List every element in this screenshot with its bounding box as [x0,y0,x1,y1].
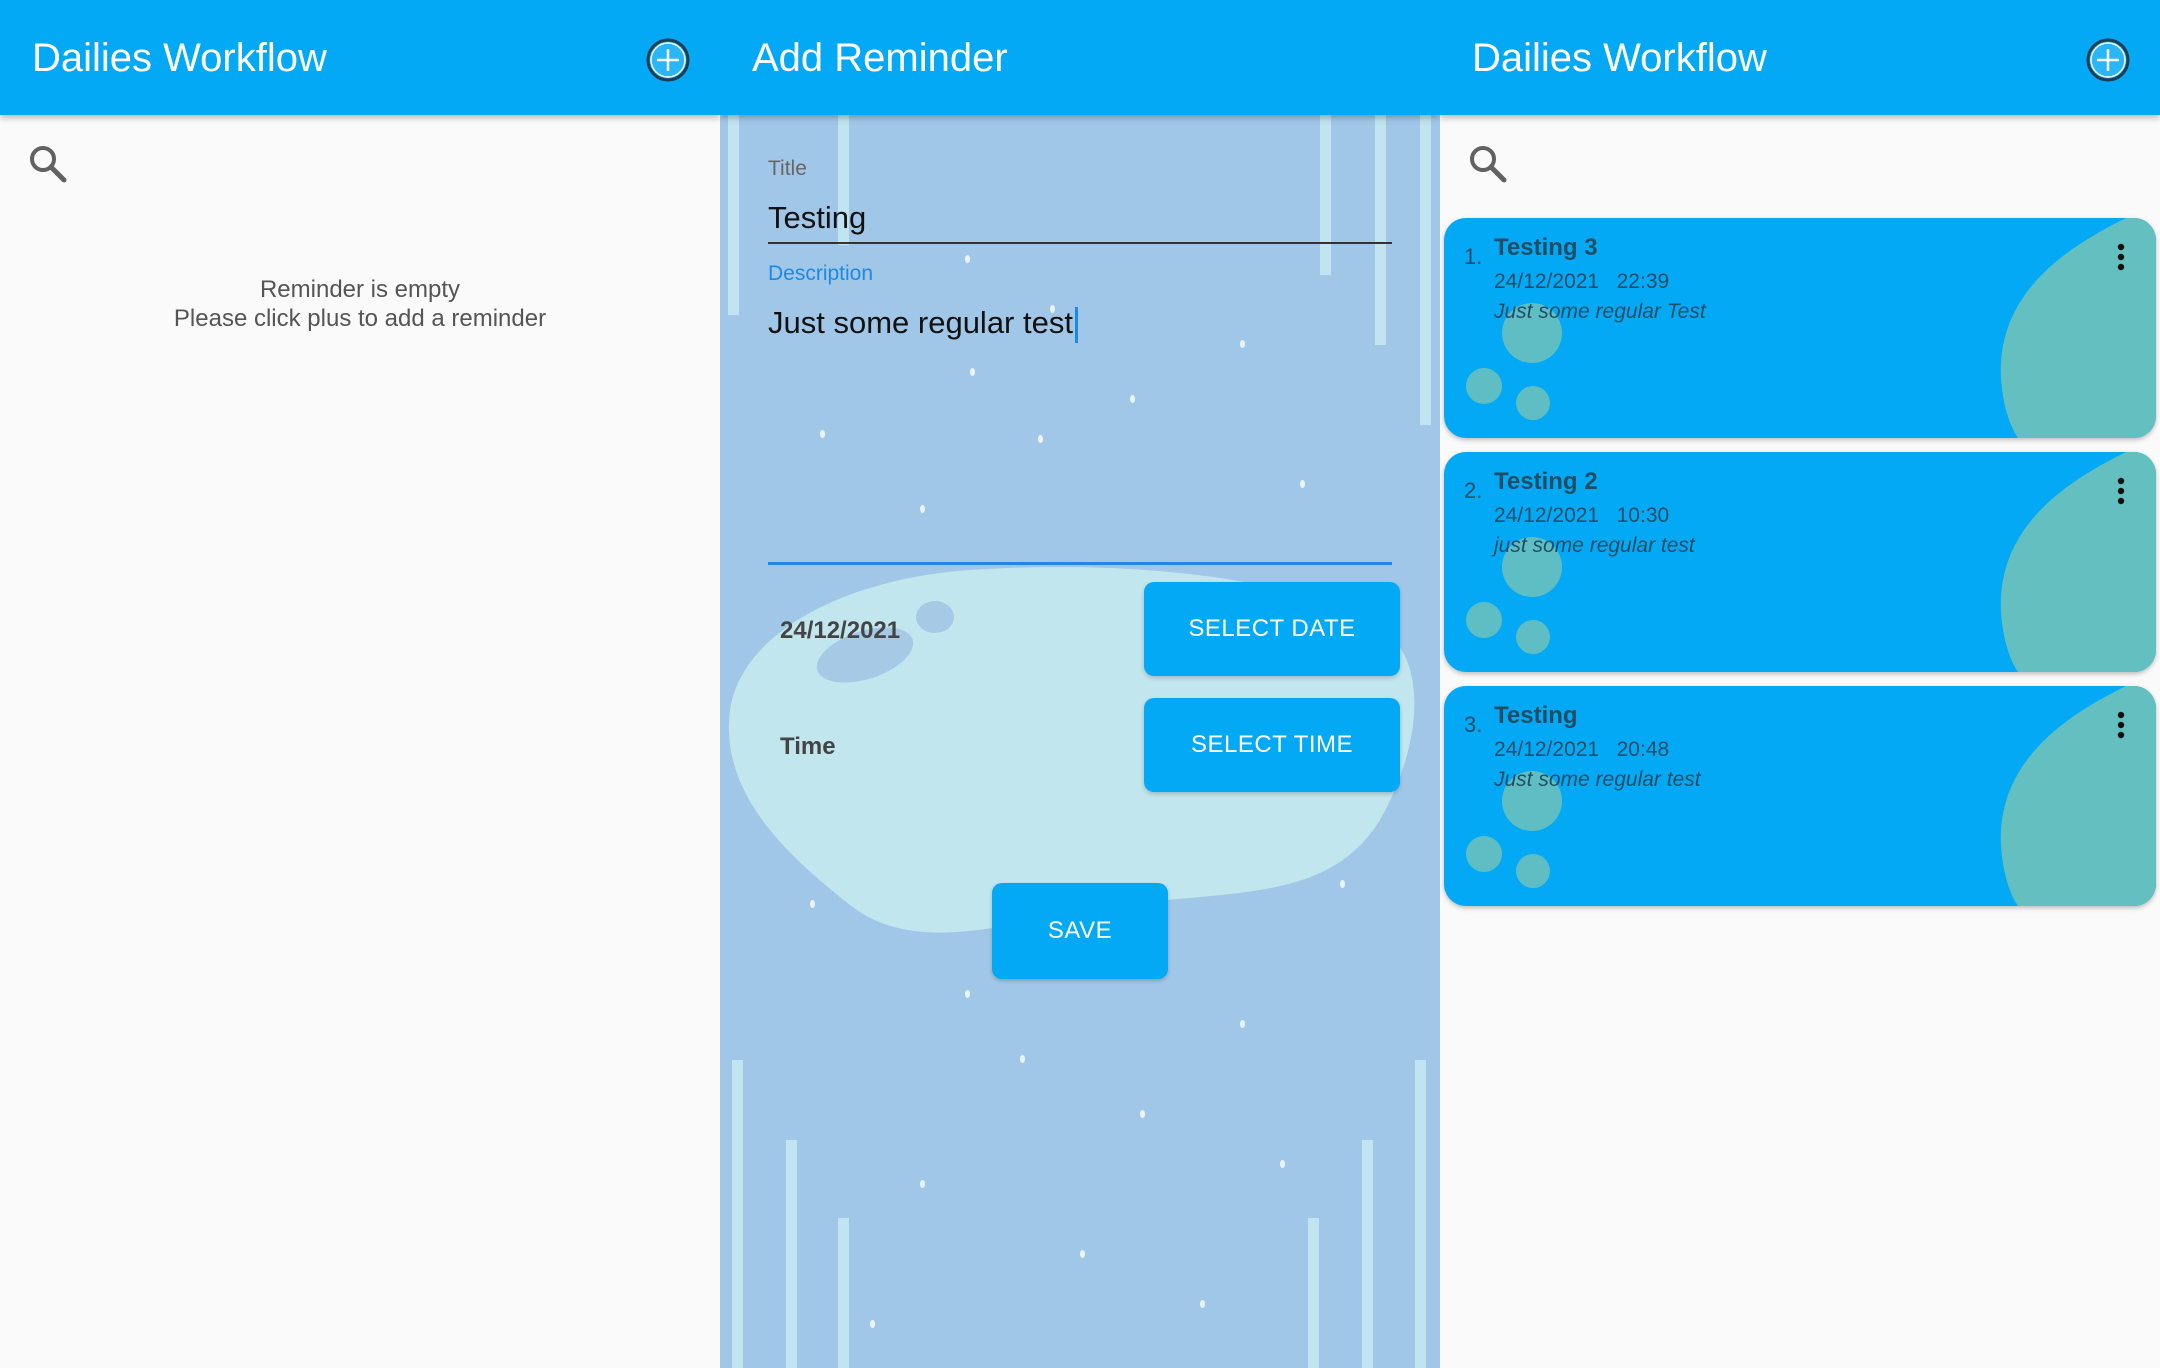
select-date-button[interactable]: SELECT DATE [1144,582,1400,676]
empty-hint: Please click plus to add a reminder [173,305,547,332]
speckle [1200,1300,1205,1308]
reminder-list-screen: Dailies Workflow 1. Testing 3 24/12/2021… [1440,0,2160,1368]
background-stripe [732,1060,743,1368]
speckle [965,255,970,263]
more-vert-icon[interactable] [2116,710,2126,740]
reminder-description: Just some regular Test [1494,300,1706,323]
background-stripe [786,1140,797,1368]
card-wave-decoration [2000,218,2156,438]
reminder-date: 24/12/2021 [1494,270,1600,293]
speckle [1240,1020,1245,1028]
app-title: Add Reminder [752,36,1008,80]
reminder-date: 24/12/2021 [1494,738,1600,761]
background-stripe [1415,1060,1426,1368]
reminder-datetime: 24/12/2021 20:48 [1494,738,1669,762]
reminder-card[interactable]: 1. Testing 3 24/12/2021 22:39 Just some … [1444,218,2156,438]
select-time-button[interactable]: SELECT TIME [1144,698,1400,792]
app-bar: Add Reminder [720,0,1440,115]
reminder-time: 20:48 [1616,738,1670,761]
background-stripe [1420,115,1431,425]
speckle [1080,1250,1085,1258]
decorative-bubble [1516,386,1550,420]
background-stripe [1375,115,1386,345]
speckle [920,1180,925,1188]
reminder-time: 22:39 [1616,270,1670,293]
reminder-date: 24/12/2021 [1494,504,1600,527]
speckle [1020,1055,1025,1063]
more-vert-icon[interactable] [2116,476,2126,506]
background-stripe [1308,1218,1319,1368]
search-icon[interactable] [26,142,70,186]
plus-circle-icon[interactable] [645,37,691,83]
reminder-title: Testing [1494,702,1578,729]
decorative-bubble [1516,854,1550,888]
speckle [965,990,970,998]
reminder-title: Testing 3 [1494,234,1598,261]
speckle [870,1320,875,1328]
speckle [1240,340,1245,348]
app-title: Dailies Workflow [32,36,327,80]
time-label: Time [780,733,836,760]
speckle [1140,1110,1145,1118]
reminder-index: 3. [1464,712,1483,737]
reminder-index: 2. [1464,478,1483,503]
reminder-card[interactable]: 3. Testing 24/12/2021 20:48 Just some re… [1444,686,2156,906]
title-underline [768,242,1392,244]
background-stripe [728,115,739,315]
speckle [1038,435,1043,443]
more-vert-icon[interactable] [2116,242,2126,272]
decorative-bubble [1466,602,1502,638]
selected-date: 24/12/2021 [780,617,901,644]
decorative-bubble [1466,368,1502,404]
add-reminder-screen: Add Reminder Title Testing Description J… [720,0,1440,1368]
speckle [1130,395,1135,403]
title-input[interactable]: Testing [768,200,866,236]
speckle [1280,1160,1285,1168]
reminder-datetime: 24/12/2021 10:30 [1494,504,1669,528]
speckle [820,430,825,438]
empty-message: Reminder is empty [259,276,461,303]
description-underline [768,562,1392,565]
app-title: Dailies Workflow [1472,36,1767,80]
app-bar: Dailies Workflow [0,0,720,115]
description-label: Description [768,262,874,285]
reminder-datetime: 24/12/2021 22:39 [1494,270,1669,294]
reminder-time: 10:30 [1616,504,1670,527]
reminder-title: Testing 2 [1494,468,1598,495]
decorative-bubble [1466,836,1502,872]
background-stripe [838,1218,849,1368]
reminder-description: just some regular test [1494,534,1695,557]
save-button[interactable]: SAVE [992,883,1168,979]
card-wave-decoration [2000,686,2156,906]
description-text: Just some regular test [768,305,1073,340]
plus-circle-icon[interactable] [2085,37,2131,83]
speckle [920,505,925,513]
reminder-list-empty-screen: Dailies Workflow Reminder is empty Pleas… [0,0,720,1368]
background-stripe [1362,1140,1373,1368]
speckle [970,368,975,376]
background-stripe [1320,115,1331,275]
app-bar: Dailies Workflow [1440,0,2160,115]
reminder-card[interactable]: 2. Testing 2 24/12/2021 10:30 just some … [1444,452,2156,672]
text-cursor [1074,306,1078,343]
reminder-index: 1. [1464,244,1483,269]
card-wave-decoration [2000,452,2156,672]
title-label: Title [768,157,807,180]
description-input[interactable]: Just some regular test [768,305,1078,343]
reminder-description: Just some regular test [1494,768,1701,791]
decorative-bubble [1516,620,1550,654]
speckle [1300,480,1305,488]
search-icon[interactable] [1466,142,1510,186]
